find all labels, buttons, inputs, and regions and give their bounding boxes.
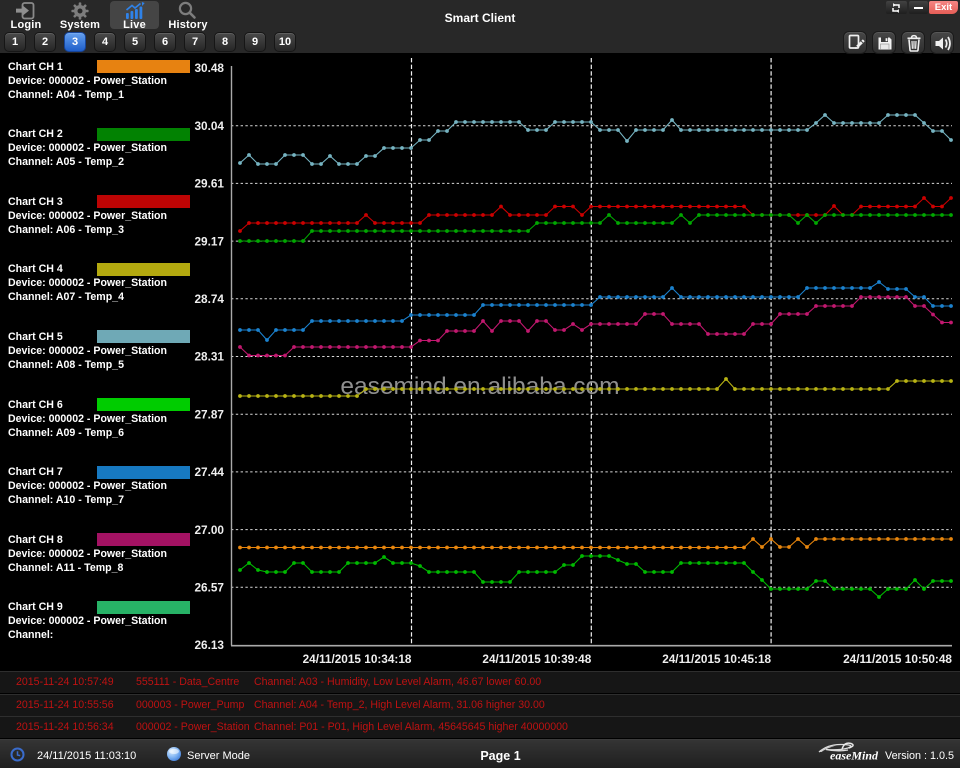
svg-text:29.61: 29.61 <box>194 177 224 191</box>
svg-text:24/11/2015 10:34:18: 24/11/2015 10:34:18 <box>303 652 412 666</box>
svg-text:26.13: 26.13 <box>194 638 224 652</box>
svg-text:27.87: 27.87 <box>194 407 224 421</box>
svg-text:26.57: 26.57 <box>194 581 224 595</box>
svg-text:30.04: 30.04 <box>194 119 224 133</box>
svg-text:29.17: 29.17 <box>194 234 224 248</box>
svg-text:30.48: 30.48 <box>194 61 224 75</box>
svg-text:27.00: 27.00 <box>194 523 224 537</box>
svg-text:24/11/2015 10:39:48: 24/11/2015 10:39:48 <box>482 652 591 666</box>
svg-text:24/11/2015 10:50:48: 24/11/2015 10:50:48 <box>843 652 952 666</box>
svg-text:28.31: 28.31 <box>194 350 224 364</box>
svg-text:24/11/2015 10:45:18: 24/11/2015 10:45:18 <box>662 652 771 666</box>
svg-text:28.74: 28.74 <box>194 292 224 306</box>
svg-text:easemind.en.alibaba.com: easemind.en.alibaba.com <box>340 373 619 400</box>
svg-text:27.44: 27.44 <box>194 465 224 479</box>
svg-text:easeMind: easeMind <box>830 749 879 763</box>
